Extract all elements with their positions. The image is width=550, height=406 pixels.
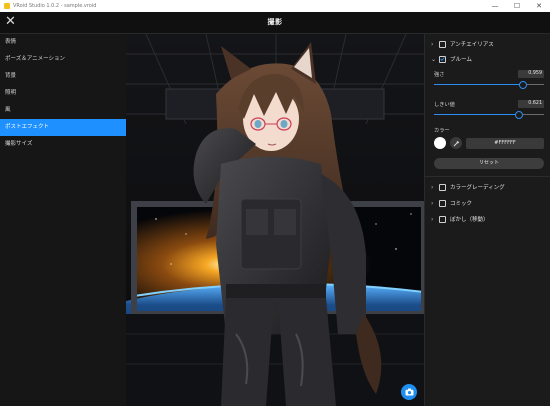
sidebar-item-lighting[interactable]: 照明 <box>0 85 126 102</box>
sidebar: 表情 ポーズ＆アニメーション 背景 照明 風 ポストエフェクト 撮影サイズ <box>0 34 126 406</box>
sidebar-item-expression[interactable]: 表情 <box>0 34 126 51</box>
window-controls: — ☐ ✕ <box>484 0 550 12</box>
intensity-value[interactable]: 0.959 <box>518 70 544 78</box>
threshold-slider[interactable] <box>434 110 544 119</box>
threshold-slider-thumb[interactable] <box>514 110 523 119</box>
viewport[interactable] <box>126 34 424 406</box>
blur-checkbox[interactable] <box>439 215 446 223</box>
threshold-label: しきい値 <box>434 102 455 108</box>
antialias-label: アンチエイリアス <box>450 42 494 48</box>
color-grading-checkbox[interactable] <box>439 183 446 191</box>
eyedropper-icon <box>453 140 459 146</box>
threshold-slider-fill <box>434 114 519 115</box>
blur-label: ぼかし（移動） <box>450 217 489 223</box>
app-header: ✕ 撮影 <box>0 12 550 34</box>
window-close-button[interactable]: ✕ <box>528 0 550 12</box>
sidebar-item-background[interactable]: 背景 <box>0 68 126 85</box>
minimize-button[interactable]: — <box>484 0 506 12</box>
color-swatch[interactable] <box>434 137 446 149</box>
bloom-checkbox[interactable] <box>439 55 446 63</box>
color-hex-input[interactable]: #FFFFFF <box>466 138 544 149</box>
sidebar-item-pose-animation[interactable]: ポーズ＆アニメーション <box>0 51 126 68</box>
eyedropper-button[interactable] <box>450 137 462 149</box>
chevron-right-icon[interactable]: › <box>431 184 439 191</box>
comic-label: コミック <box>450 201 473 207</box>
sidebar-item-capture-size[interactable]: 撮影サイズ <box>0 136 126 153</box>
camera-icon <box>405 388 413 396</box>
sidebar-item-wind[interactable]: 風 <box>0 102 126 119</box>
post-effect-panel: › アンチエイリアス ⌄ ブルーム 強さ 0.959 しきい値 0.621 カラ… <box>424 34 550 406</box>
maximize-button[interactable]: ☐ <box>506 0 528 12</box>
divider <box>425 176 550 177</box>
intensity-label: 強さ <box>434 72 445 78</box>
bloom-row[interactable]: ⌄ ブルーム <box>431 53 544 65</box>
threshold-value[interactable]: 0.621 <box>518 100 544 108</box>
sidebar-item-post-effect[interactable]: ポストエフェクト <box>0 119 126 136</box>
blur-row[interactable]: › ぼかし（移動） <box>431 213 544 225</box>
page-title: 撮影 <box>267 18 283 26</box>
color-label: カラー <box>434 128 450 134</box>
color-grading-row[interactable]: › カラーグレーディング <box>431 181 544 193</box>
intensity-slider-thumb[interactable] <box>519 80 528 89</box>
intensity-slider[interactable] <box>434 80 544 89</box>
chevron-down-icon[interactable]: ⌄ <box>431 56 439 63</box>
window-title: VRoid Studio 1.0.2 - sample.vroid <box>13 3 97 9</box>
scene-render <box>126 34 424 406</box>
app-logo-icon <box>4 3 10 9</box>
color-grading-label: カラーグレーディング <box>450 185 505 191</box>
comic-checkbox[interactable] <box>439 199 446 207</box>
chevron-right-icon[interactable]: › <box>431 216 439 223</box>
os-titlebar: VRoid Studio 1.0.2 - sample.vroid — ☐ ✕ <box>0 0 550 12</box>
checkmark-icon <box>440 57 445 62</box>
antialias-row[interactable]: › アンチエイリアス <box>431 38 544 50</box>
reset-button[interactable]: リセット <box>434 158 544 169</box>
comic-row[interactable]: › コミック <box>431 197 544 209</box>
chevron-right-icon[interactable]: › <box>431 200 439 207</box>
antialias-checkbox[interactable] <box>439 40 446 48</box>
capture-button[interactable] <box>401 384 417 400</box>
bloom-label: ブルーム <box>450 57 472 63</box>
chevron-right-icon[interactable]: › <box>431 41 439 48</box>
intensity-slider-fill <box>434 84 524 85</box>
